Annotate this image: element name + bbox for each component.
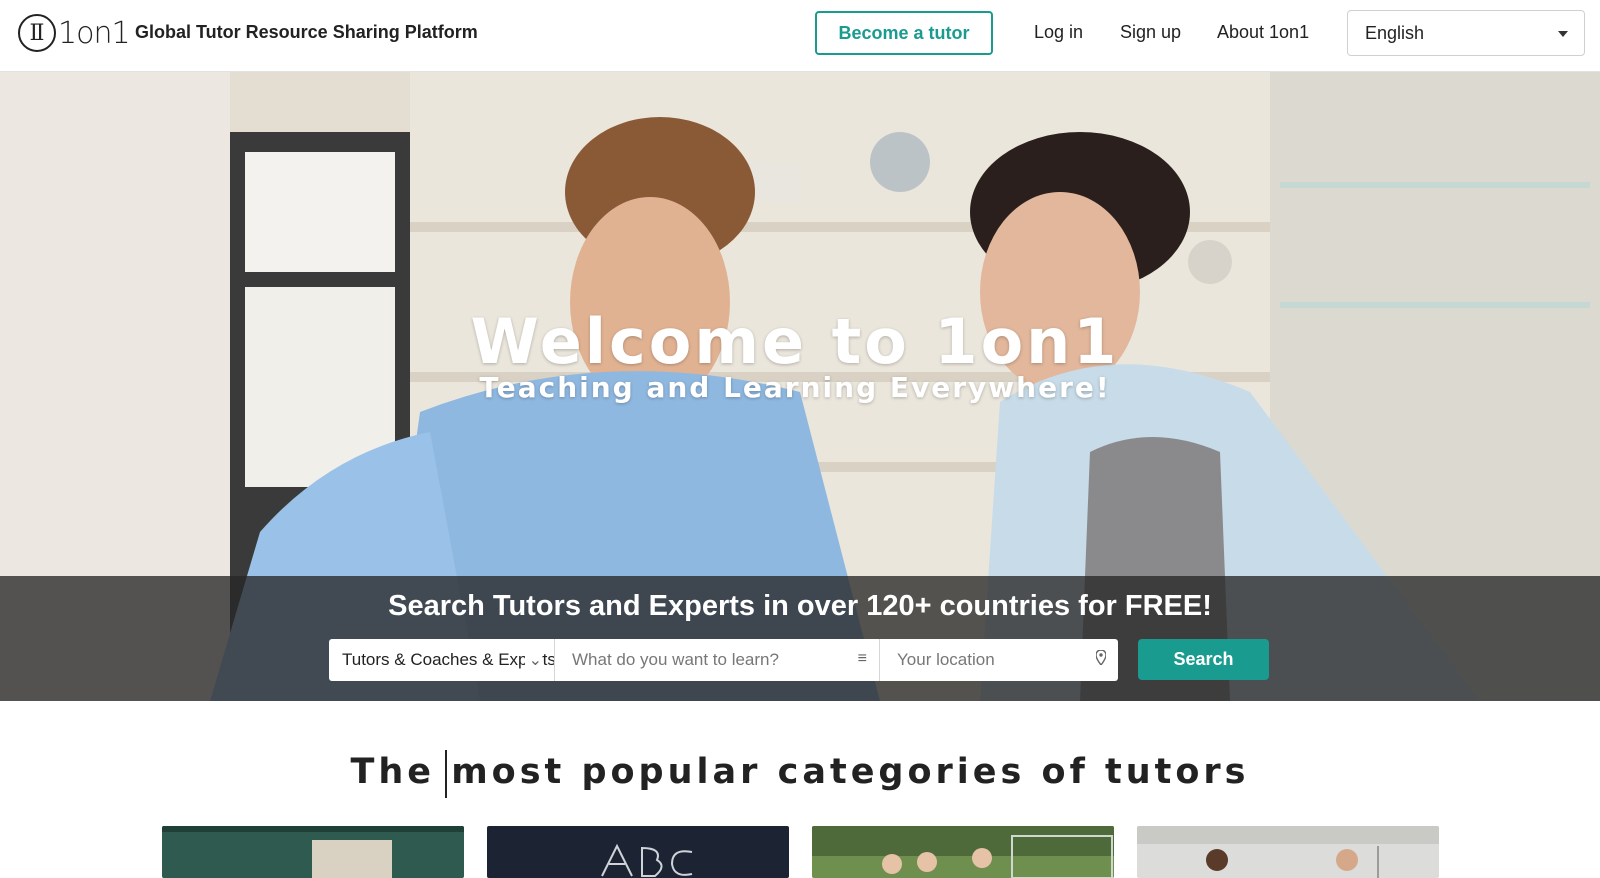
become-tutor-button[interactable]: Become a tutor <box>815 11 993 55</box>
logo[interactable]: Ⅱ 1on1 <box>18 14 131 52</box>
category-card-4[interactable] <box>1137 826 1439 878</box>
hero-banner: Welcome to 1on1 Teaching and Learning Ev… <box>0 72 1600 701</box>
login-link[interactable]: Log in <box>1034 22 1083 43</box>
search-form: Tutors & Coaches & Experts ⌄ What do you… <box>329 639 1118 681</box>
subject-input[interactable]: What do you want to learn? ≡ <box>555 639 880 681</box>
subject-placeholder: What do you want to learn? <box>572 650 779 669</box>
signup-link[interactable]: Sign up <box>1120 22 1181 43</box>
chalkboard-image <box>162 826 464 878</box>
list-icon: ≡ <box>857 650 867 667</box>
category-value: Tutors & Coaches & Experts <box>342 650 555 669</box>
logo-mark-icon: Ⅱ <box>18 14 56 52</box>
hero-title: Welcome to 1on1 <box>470 305 1120 378</box>
language-select[interactable]: English <box>1347 10 1585 56</box>
about-link[interactable]: About 1on1 <box>1217 22 1309 43</box>
site-tagline: Global Tutor Resource Sharing Platform <box>135 22 478 42</box>
map-pin-shape <box>1095 649 1107 667</box>
search-heading: Search Tutors and Experts in over 120+ c… <box>388 590 1212 622</box>
category-card-3[interactable] <box>812 826 1114 878</box>
abc-blackboard-image <box>487 826 789 878</box>
search-button[interactable]: Search <box>1138 639 1269 680</box>
category-card-1[interactable] <box>162 826 464 878</box>
logo-text: 1on1 <box>58 15 131 51</box>
top-header: Ⅱ 1on1 Global Tutor Resource Sharing Pla… <box>0 0 1600 72</box>
location-input[interactable]: Your location <box>880 639 1118 681</box>
map-pin-icon <box>1095 649 1107 670</box>
language-value: English <box>1365 22 1425 43</box>
sports-kids-image <box>812 826 1114 878</box>
gym-basketball-image <box>1137 826 1439 878</box>
categories-title: The most popular categories of tutors <box>350 752 1250 792</box>
hero-subtitle: Teaching and Learning Everywhere! <box>479 371 1111 404</box>
category-card-2[interactable] <box>487 826 789 878</box>
search-band: Search Tutors and Experts in over 120+ c… <box>0 576 1600 701</box>
location-placeholder: Your location <box>897 650 995 669</box>
chevron-down-icon: ⌄ <box>524 650 542 670</box>
category-select[interactable]: Tutors & Coaches & Experts ⌄ <box>329 639 555 681</box>
caret-down-icon <box>1558 31 1568 37</box>
